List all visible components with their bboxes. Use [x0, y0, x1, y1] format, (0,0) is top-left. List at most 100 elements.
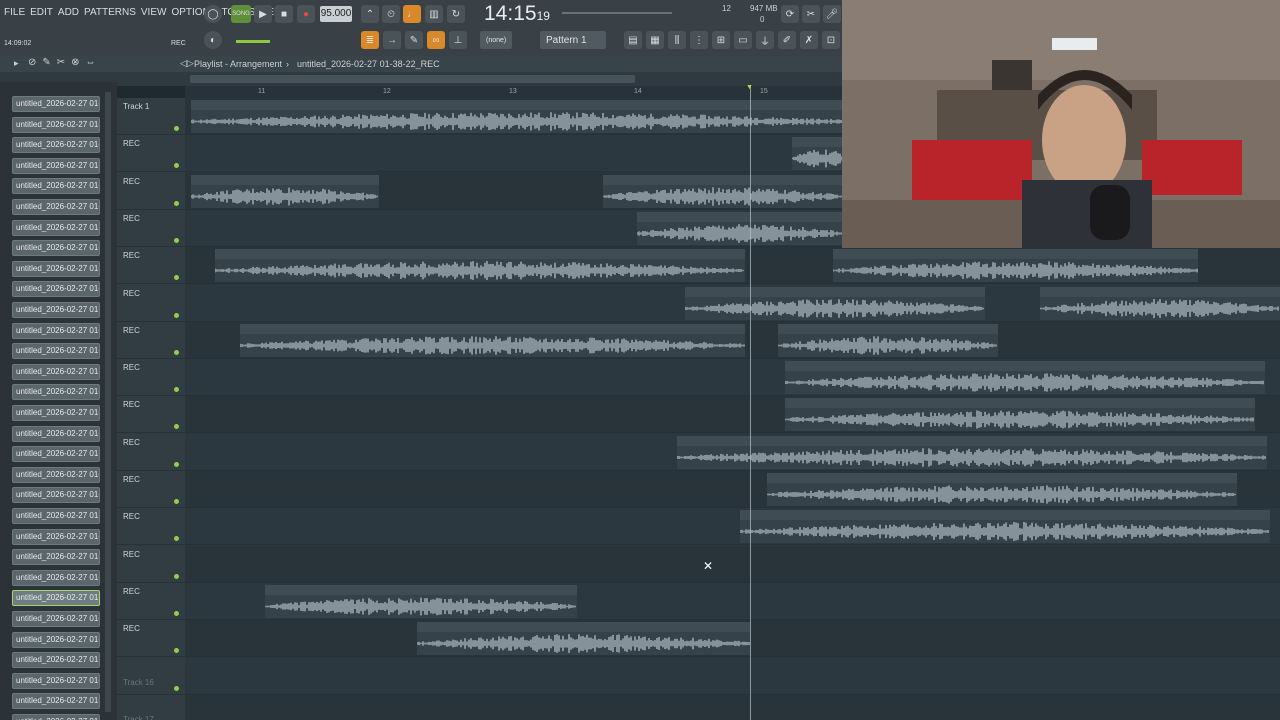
- tempo-display[interactable]: 95.000: [320, 6, 352, 22]
- browser-item[interactable]: untitled_2026-02-27 01-...: [12, 631, 100, 648]
- master-volume-slider[interactable]: [562, 12, 672, 14]
- play-icon[interactable]: ▶: [254, 5, 272, 23]
- wait-icon[interactable]: ⏲: [382, 5, 400, 23]
- track-active-icon[interactable]: [174, 424, 179, 430]
- menu-edit[interactable]: EDIT: [30, 7, 53, 18]
- browser-item[interactable]: untitled_2026-02-27 01-...: [12, 425, 100, 442]
- browser-scrollbar[interactable]: [105, 92, 111, 712]
- loop-record-icon[interactable]: ↻: [447, 5, 465, 23]
- arrow-icon[interactable]: →: [383, 31, 401, 49]
- browser-item[interactable]: untitled_2026-02-27 01-...: [12, 157, 100, 174]
- track-header[interactable]: REC: [117, 285, 185, 322]
- track-active-icon[interactable]: [174, 461, 179, 467]
- track-header[interactable]: REC: [117, 359, 185, 397]
- mixer-icon[interactable]: ⫼: [668, 31, 686, 49]
- browser-item[interactable]: untitled_2026-02-27 01-...: [12, 714, 100, 720]
- track-header[interactable]: REC: [117, 546, 185, 583]
- clipboard-icon[interactable]: ▭: [734, 31, 752, 49]
- browser-item[interactable]: untitled_2026-02-27 01-...: [12, 240, 100, 257]
- track-header[interactable]: REC: [117, 471, 185, 508]
- track-lane[interactable]: [185, 545, 1280, 583]
- browser-item[interactable]: untitled_2026-02-27 01-...: [12, 672, 100, 689]
- track-active-icon[interactable]: [174, 126, 179, 131]
- track-header[interactable]: REC: [117, 620, 185, 658]
- audio-clip[interactable]: untitled_2026-02-27 01-50-02_REC: [265, 584, 577, 618]
- browser-item[interactable]: untitled_2026-02-27 01-...: [12, 611, 100, 627]
- track-header[interactable]: Track 16: [117, 658, 185, 695]
- countdown-icon[interactable]: ♩: [403, 5, 421, 23]
- master-pitch-slider[interactable]: [236, 40, 270, 43]
- track-header[interactable]: REC: [117, 322, 185, 359]
- browser-item[interactable]: untitled_2026-02-27 01-...: [12, 219, 100, 236]
- audio-clip[interactable]: untitled_2026-02-27 01-14-52_REC: [191, 174, 379, 208]
- stop-icon[interactable]: ■: [275, 5, 293, 23]
- track-lane[interactable]: [185, 694, 1280, 720]
- browser-item[interactable]: untitled_2026-02-27 01-...: [12, 178, 100, 195]
- browser-item[interactable]: untitled_2026-02-27 01-...: [12, 528, 100, 545]
- browser-item[interactable]: untitled_2026-02-27 01-...: [12, 466, 100, 483]
- audio-clip[interactable]: untitled_2026-02-27 01-25-26_REC: [240, 323, 745, 357]
- track-header[interactable]: Track 17: [117, 695, 185, 720]
- track-active-icon[interactable]: [174, 536, 179, 542]
- browser-item[interactable]: untitled_2026-02-27 01-...: [12, 116, 100, 133]
- audio-clip[interactable]: untitled_2026-02-27 01-21-03_REC: [215, 249, 745, 283]
- record-icon[interactable]: ●: [297, 5, 315, 23]
- track-active-icon[interactable]: [174, 610, 179, 616]
- track-header[interactable]: REC: [117, 210, 185, 247]
- browser-item[interactable]: untitled_2026-02-27 01-...: [12, 446, 100, 463]
- browser-item[interactable]: untitled_2026-02-27 01-...: [12, 405, 100, 421]
- track-header[interactable]: REC: [117, 508, 185, 546]
- stamp-icon[interactable]: ⊥: [449, 31, 467, 49]
- plugin-icon[interactable]: ⊞: [712, 31, 730, 49]
- song-mode-button[interactable]: SONG: [231, 5, 251, 23]
- browser-item[interactable]: untitled_2026-02-27 01-...: [12, 384, 100, 401]
- browser-item[interactable]: untitled_2026-02-27 01-...: [12, 137, 100, 154]
- track-active-icon[interactable]: [174, 499, 179, 504]
- audio-clip[interactable]: untitled_2026-02-27 01-27-50_REC: [778, 323, 998, 357]
- track-header[interactable]: REC: [117, 247, 185, 285]
- browser-item[interactable]: untitled_2026-02-27 01-...: [12, 652, 100, 669]
- browser-item[interactable]: untitled_2026-02-27 01-...: [12, 487, 100, 504]
- track-header[interactable]: REC: [117, 396, 185, 434]
- channel-rack-icon[interactable]: ▦: [646, 31, 664, 49]
- track-active-icon[interactable]: [174, 573, 179, 579]
- tools-icon[interactable]: ✂: [802, 5, 820, 23]
- step-edit-icon[interactable]: ▥: [425, 5, 443, 23]
- track-header[interactable]: Track 1: [117, 98, 185, 135]
- pitch-knob[interactable]: ◐: [204, 31, 222, 49]
- playlist-tools-icons[interactable]: ⊘✎✂⊗⇔: [28, 57, 102, 68]
- audio-clip[interactable]: untitled_2026-02-27 01-50-27_REC: [417, 622, 750, 656]
- pencil-icon[interactable]: ✐: [778, 31, 796, 49]
- track-active-icon[interactable]: [174, 648, 179, 654]
- audio-clip[interactable]: untitled_2026-02-27 01-21-48_REC: [833, 249, 1198, 283]
- cpu-icon[interactable]: ⟳: [781, 5, 799, 23]
- audio-clip[interactable]: untitled_2026-02-27 01-30-06_REC: [677, 435, 1267, 469]
- scroll-thumb[interactable]: [190, 75, 635, 83]
- menu-patterns[interactable]: PATTERNS: [84, 7, 136, 18]
- audio-clip[interactable]: untitled_2026-02-27 01-29-17_REC: [785, 361, 1265, 395]
- menu-file[interactable]: FILE: [4, 7, 25, 18]
- browser-item[interactable]: untitled_2026-02-27 01-...: [12, 549, 100, 566]
- track-active-icon[interactable]: [174, 163, 179, 169]
- track-active-icon[interactable]: [174, 349, 179, 355]
- track-header[interactable]: REC: [117, 583, 185, 620]
- menu-add[interactable]: ADD: [58, 7, 79, 18]
- mic-icon[interactable]: 🎤︎: [823, 5, 841, 23]
- track-active-icon[interactable]: [174, 200, 179, 206]
- snap-select[interactable]: (none): [480, 31, 513, 49]
- browser-item[interactable]: untitled_2026-02-27 01-...: [12, 569, 100, 586]
- audio-clip[interactable]: untitled_2026-02-27 01-30-46_REC: [767, 473, 1237, 506]
- track-lane[interactable]: [185, 657, 1280, 695]
- link-icon[interactable]: ∞: [427, 31, 445, 49]
- audio-clip[interactable]: untitled_2026-02-27 01-32-36_REC: [740, 510, 1270, 544]
- brush-icon[interactable]: ✎: [405, 31, 423, 49]
- metronome-icon[interactable]: ⌃: [361, 5, 379, 23]
- browser-item[interactable]: untitled_2026-02-27 01-...: [12, 343, 100, 360]
- playlist-menu-icon[interactable]: ◁▷: [180, 58, 194, 69]
- track-header[interactable]: REC: [117, 434, 185, 471]
- track-active-icon[interactable]: [174, 312, 179, 318]
- audio-clip[interactable]: untitled_2026-02-27 01-27-04_REC: [603, 174, 843, 208]
- browser-icon[interactable]: ⋮: [690, 31, 708, 49]
- wrench-icon[interactable]: ✗: [800, 31, 818, 49]
- plug-icon[interactable]: ⏚: [756, 31, 774, 49]
